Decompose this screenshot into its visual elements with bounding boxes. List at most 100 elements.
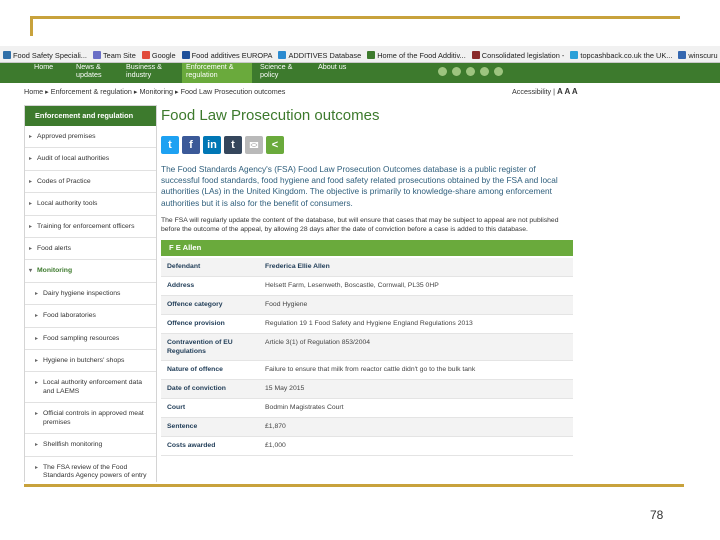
facebook-share-button[interactable]: f [182,136,200,154]
sidebar-item[interactable]: Shellfish monitoring [25,434,156,457]
nav-tab[interactable]: Enforcement & regulation [182,63,252,83]
bookmark-item[interactable]: Consolidated legislation - [469,47,568,63]
row-label: Defendant [161,257,259,278]
browser-screenshot: Food Safety Speciali... Team Site Google Fo… [0,46,720,482]
sidebar-heading[interactable]: Enforcement and regulation [25,106,156,126]
bookmark-label: topcashback.co.uk the UK... [580,50,673,60]
bookmark-favicon-icon [471,51,480,59]
nav-tab[interactable]: Science & policy [256,63,310,83]
row-label: Costs awarded [161,436,259,456]
table-row: Defendant Frederica Ellie Allen [161,257,573,278]
intro-paragraph: The Food Standards Agency's (FSA) Food L… [161,164,558,208]
social-icon[interactable] [438,67,447,76]
sidebar-item[interactable]: Local authority tools [25,193,156,216]
page-title: Food Law Prosecution outcomes [161,107,380,124]
row-value: Helsett Farm, Lesenweth, Boscastle, Corn… [259,276,573,297]
row-value: 15 May 2015 [259,379,573,399]
bookmark-label: Food additives EUROPA [191,50,273,60]
table-row: Offence provision Regulation 19 1 Food Sa… [161,314,573,335]
bookmark-item[interactable]: Home of the Food Additiv... [364,47,469,63]
email-share-button[interactable]: ✉ [245,136,263,154]
sidebar-item[interactable]: Food alerts [25,238,156,261]
row-value: Bodmin Magistrates Court [259,398,573,418]
tumblr-share-button[interactable]: t [224,136,242,154]
row-value: Article 3(1) of Regulation 853/2004 [259,333,573,361]
sidebar-item[interactable]: Food sampling resources [25,328,156,351]
main-content: Food Law Prosecution outcomes t f in t ✉ < Th… [161,105,573,456]
row-label: Address [161,276,259,297]
social-icon[interactable] [480,67,489,76]
row-label: Sentence [161,417,259,437]
table-row: Court Bodmin Magistrates Court [161,398,573,418]
bookmarks-bar: Food Safety Speciali... Team Site Google Fo… [0,46,720,63]
row-label: Contravention of EU Regulations [161,333,259,361]
row-value: Frederica Ellie Allen [259,257,573,278]
sidebar-item[interactable]: Hygiene in butchers' shops [25,350,156,373]
share-buttons: t f in t ✉ < [161,136,573,156]
social-icon[interactable] [452,67,461,76]
share-more-button[interactable]: < [266,136,284,154]
sidebar-item[interactable]: Dairy hygiene inspections [25,283,156,306]
social-icons-row [438,67,503,76]
table-row: Contravention of EU Regulations Article 3… [161,333,573,361]
row-label: Offence provision [161,314,259,335]
social-icon[interactable] [494,67,503,76]
bookmark-favicon-icon [181,51,190,59]
bookmark-label: winscuru United Kin [688,50,720,60]
slide-bottom-rule [24,484,684,487]
sidebar-item[interactable]: Audit of local authorities [25,148,156,171]
update-notice: The FSA will regularly update the conten… [161,216,559,234]
table-row: Offence category Food Hygiene [161,295,573,316]
row-value: Failure to ensure that milk from reactor… [259,360,573,380]
bookmark-favicon-icon [278,51,287,59]
sidebar: Enforcement and regulation Approved prem… [24,105,157,482]
sidebar-item[interactable]: Approved premises [25,126,156,149]
linkedin-share-button[interactable]: in [203,136,221,154]
table-row: Nature of offence Failure to ensure that … [161,360,573,380]
bookmark-label: Home of the Food Additiv... [377,50,466,60]
sidebar-item[interactable]: Training for enforcement officers [25,216,156,239]
bookmark-label: Food Safety Speciali... [13,50,87,60]
sidebar-item[interactable]: The FSA review of the Food Standards Age… [25,457,156,483]
bookmark-favicon-icon [678,51,687,59]
nav-tab[interactable]: Business & industry [122,63,178,83]
twitter-share-button[interactable]: t [161,136,179,154]
case-name-bar: F E Allen [161,239,573,256]
nav-tab[interactable]: Home [30,63,70,83]
bookmark-favicon-icon [570,51,579,59]
nav-tab[interactable]: News & updates [72,63,120,83]
bookmark-label: Google [151,50,176,60]
table-row: Sentence £1,870 [161,417,573,437]
bookmark-item[interactable]: Google [139,47,179,63]
sidebar-item[interactable]: Local authority enforcement data and LAE… [25,372,156,404]
bookmark-favicon-icon [367,51,376,59]
case-details-table: Defendant Frederica Ellie Allen Address Hel… [161,257,573,456]
bookmark-item[interactable]: Team Site [90,47,139,63]
row-label: Date of conviction [161,379,259,399]
accessibility-controls[interactable]: Accessibility | A A A [512,87,578,96]
sidebar-item[interactable]: Official controls in approved meat premi… [25,403,156,435]
row-label: Court [161,398,259,418]
bookmark-item[interactable]: Food Safety Speciali... [0,47,90,63]
bookmark-item[interactable]: ADDITIVES Database [275,47,364,63]
row-label: Nature of offence [161,360,259,380]
sidebar-items: Approved premisesAudit of local authorit… [25,126,156,482]
nav-tab[interactable]: About us [314,63,354,83]
text-size-options[interactable]: A A A [557,87,578,96]
bookmark-item[interactable]: winscuru United Kin [675,47,720,63]
social-icon[interactable] [466,67,475,76]
sidebar-item[interactable]: Codes of Practice [25,171,156,194]
row-value: £1,000 [259,436,573,456]
bookmark-label: Consolidated legislation - [481,50,565,60]
sidebar-item[interactable]: Food laboratories [25,305,156,328]
table-row: Date of conviction 15 May 2015 [161,379,573,399]
row-label: Offence category [161,295,259,316]
breadcrumb[interactable]: Home ▸ Enforcement & regulation ▸ Monito… [24,87,285,96]
sidebar-item[interactable]: Monitoring [25,260,156,283]
bookmark-item[interactable]: topcashback.co.uk the UK... [567,47,675,63]
bookmark-favicon-icon [141,51,150,59]
bookmark-item[interactable]: Food additives EUROPA [179,47,276,63]
accessibility-label[interactable]: Accessibility [512,87,551,96]
top-navigation: Home News & updates Business & industry Enf… [0,63,720,83]
table-row: Address Helsett Farm, Lesenweth, Boscastl… [161,276,573,297]
